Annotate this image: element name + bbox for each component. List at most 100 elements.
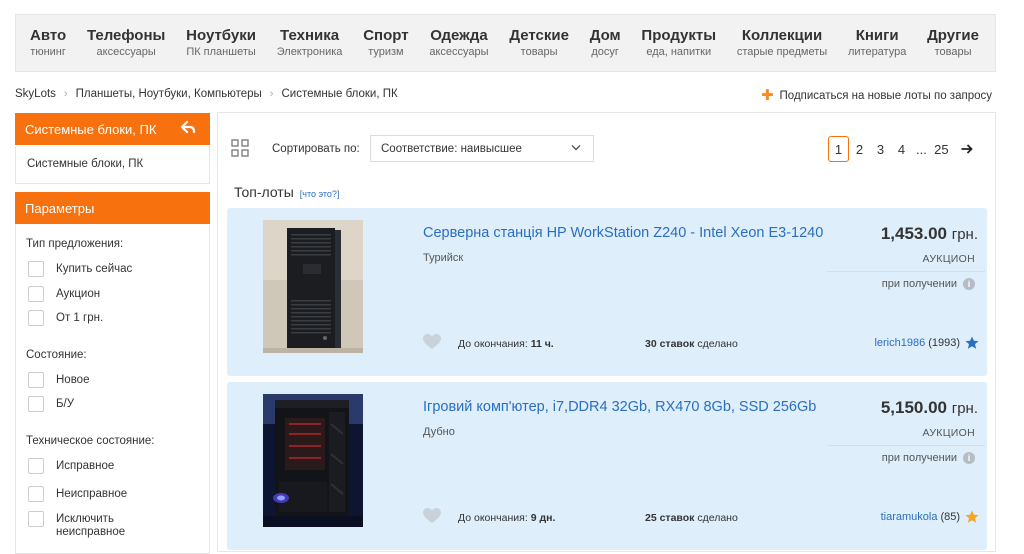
lot-title[interactable]: Ігровий комп'ютер, i7,DDR4 32Gb, RX470 8… — [423, 399, 827, 415]
checkbox[interactable] — [28, 396, 44, 413]
back-arrow-icon[interactable] — [180, 119, 196, 135]
checkbox[interactable] — [28, 285, 44, 302]
lot-card[interactable]: Серверна станція HP WorkStation Z240 - I… — [227, 208, 987, 376]
filter-option[interactable]: Исключить неисправное — [26, 507, 136, 543]
page-dots: ... — [916, 141, 927, 157]
info-icon[interactable]: i — [963, 278, 975, 290]
nav-sport[interactable]: Спорт туризм — [363, 28, 408, 58]
nav-title: Авто — [30, 27, 67, 44]
top-lots-heading: Топ-лоты [что это?] — [234, 184, 339, 200]
lot-type: АУКЦИОН — [922, 253, 975, 265]
params-header: Параметры — [15, 192, 210, 224]
lot-image[interactable] — [263, 394, 363, 527]
nav-subtitle: тюнинг — [30, 46, 66, 58]
nav-home[interactable]: Дом досуг — [590, 28, 621, 58]
divider — [827, 445, 985, 446]
nav-other[interactable]: Другие товары — [927, 28, 979, 58]
nav-food[interactable]: Продукты еда, напитки — [641, 28, 716, 58]
nav-title: Коллекции — [741, 27, 823, 44]
lot-city: Дубно — [423, 426, 455, 438]
lot-image[interactable] — [263, 220, 363, 353]
breadcrumb-home[interactable]: SkyLots — [15, 88, 56, 100]
nav-title: Техника — [280, 27, 340, 44]
page-last[interactable]: 25 — [931, 136, 952, 162]
breadcrumb-current: Системные блоки, ПК — [281, 88, 398, 100]
nav-kids[interactable]: Детские товары — [509, 28, 569, 58]
category-item[interactable]: Системные блоки, ПК — [27, 158, 143, 170]
nav-subtitle: туризм — [368, 46, 404, 58]
filter-option-label: Исключить неисправное — [56, 512, 126, 538]
filter-option-label: Купить сейчас — [56, 263, 133, 276]
lot-payment: при получении i — [882, 452, 975, 464]
filter-option[interactable]: Аукцион — [26, 282, 209, 307]
category-list: Системные блоки, ПК — [15, 146, 210, 184]
nav-books[interactable]: Книги литература — [848, 28, 906, 58]
checkbox[interactable] — [28, 310, 44, 327]
grid-view-icon[interactable] — [231, 139, 249, 157]
nav-phones[interactable]: Телефоны аксессуары — [87, 28, 165, 58]
params-header-label: Параметры — [25, 200, 95, 216]
filter-option[interactable]: Исправное — [26, 454, 209, 479]
category-header[interactable]: Системные блоки, ПК — [15, 113, 210, 145]
nav-clothes[interactable]: Одежда аксессуары — [429, 28, 488, 58]
heart-icon[interactable] — [423, 508, 441, 524]
checkbox[interactable] — [28, 457, 44, 474]
seller-rating: (85) — [940, 511, 960, 523]
lot-city: Турийск — [423, 252, 464, 264]
subscribe-link[interactable]: ✚ Подписаться на новые лоты по запросу — [761, 88, 992, 103]
lot-card[interactable]: Ігровий комп'ютер, i7,DDR4 32Gb, RX470 8… — [227, 382, 987, 550]
info-icon[interactable]: i — [963, 452, 975, 464]
breadcrumb-category[interactable]: Планшеты, Ноутбуки, Компьютеры — [76, 88, 262, 100]
seller-name[interactable]: lerich1986 — [874, 337, 925, 349]
nav-subtitle: ПК планшеты — [186, 46, 256, 58]
nav-subtitle: товары — [934, 46, 972, 58]
checkbox[interactable] — [28, 261, 44, 278]
chevron-right-icon: › — [269, 88, 274, 100]
nav-collections[interactable]: Коллекции старые предметы — [737, 28, 827, 58]
top-lots-title: Топ-лоты — [234, 184, 294, 200]
nav-laptops[interactable]: Ноутбуки ПК планшеты — [186, 28, 256, 58]
nav-title: Книги — [855, 27, 899, 44]
heart-icon[interactable] — [423, 334, 441, 350]
page-1[interactable]: 1 — [828, 136, 849, 162]
arrow-right-icon[interactable] — [960, 142, 974, 156]
filter-option[interactable]: От 1 грн. — [26, 306, 209, 331]
lot-title[interactable]: Серверна станція HP WorkStation Z240 - I… — [423, 225, 827, 241]
filter-option-label: Неисправное — [56, 488, 128, 501]
page-3[interactable]: 3 — [870, 136, 891, 162]
nav-subtitle: аксессуары — [429, 46, 489, 58]
star-icon — [965, 510, 979, 523]
bids-suffix: сделано — [697, 338, 738, 350]
sort-value-key: Соответствие: — [381, 142, 458, 155]
sort-select[interactable]: Соответствие: наивысшее — [370, 135, 594, 162]
time-left-label: До окончания: — [458, 512, 528, 524]
nav-title: Одежда — [430, 27, 488, 44]
filter-option[interactable]: Б/У — [26, 392, 209, 417]
filter-group-condition: Состояние: — [26, 348, 87, 361]
nav-title: Другие — [927, 27, 979, 44]
lot-payment: при получении i — [882, 278, 975, 290]
time-left-value: 9 дн. — [530, 512, 556, 524]
checkbox[interactable] — [28, 371, 44, 388]
page-2[interactable]: 2 — [849, 136, 870, 162]
price-value: 5,150.00 — [880, 398, 947, 417]
checkbox[interactable] — [28, 510, 44, 527]
nav-electronics[interactable]: Техника Электроника — [277, 28, 343, 58]
nav-subtitle: аксессуары — [96, 46, 156, 58]
lot-bids: 30 ставок сделано — [645, 338, 738, 350]
top-lots-hint[interactable]: [что это?] — [300, 189, 340, 199]
checkbox[interactable] — [28, 486, 44, 503]
filter-option-label: Аукцион — [56, 287, 101, 300]
nav-auto[interactable]: Авто тюнинг — [30, 28, 66, 58]
payment-label: при получении — [881, 452, 957, 464]
filter-option[interactable]: Купить сейчас — [26, 257, 209, 282]
nav-subtitle: Электроника — [276, 46, 343, 58]
seller-name[interactable]: tiaramukola — [881, 511, 938, 523]
lot-bids: 25 ставок сделано — [645, 512, 738, 524]
filter-group-tech-condition: Техническое состояние: — [26, 434, 155, 447]
star-icon — [965, 336, 979, 349]
filter-option[interactable]: Новое — [26, 368, 209, 393]
filter-option[interactable]: Неисправное — [26, 482, 209, 507]
nav-title: Детские — [509, 27, 569, 44]
page-4[interactable]: 4 — [891, 136, 912, 162]
